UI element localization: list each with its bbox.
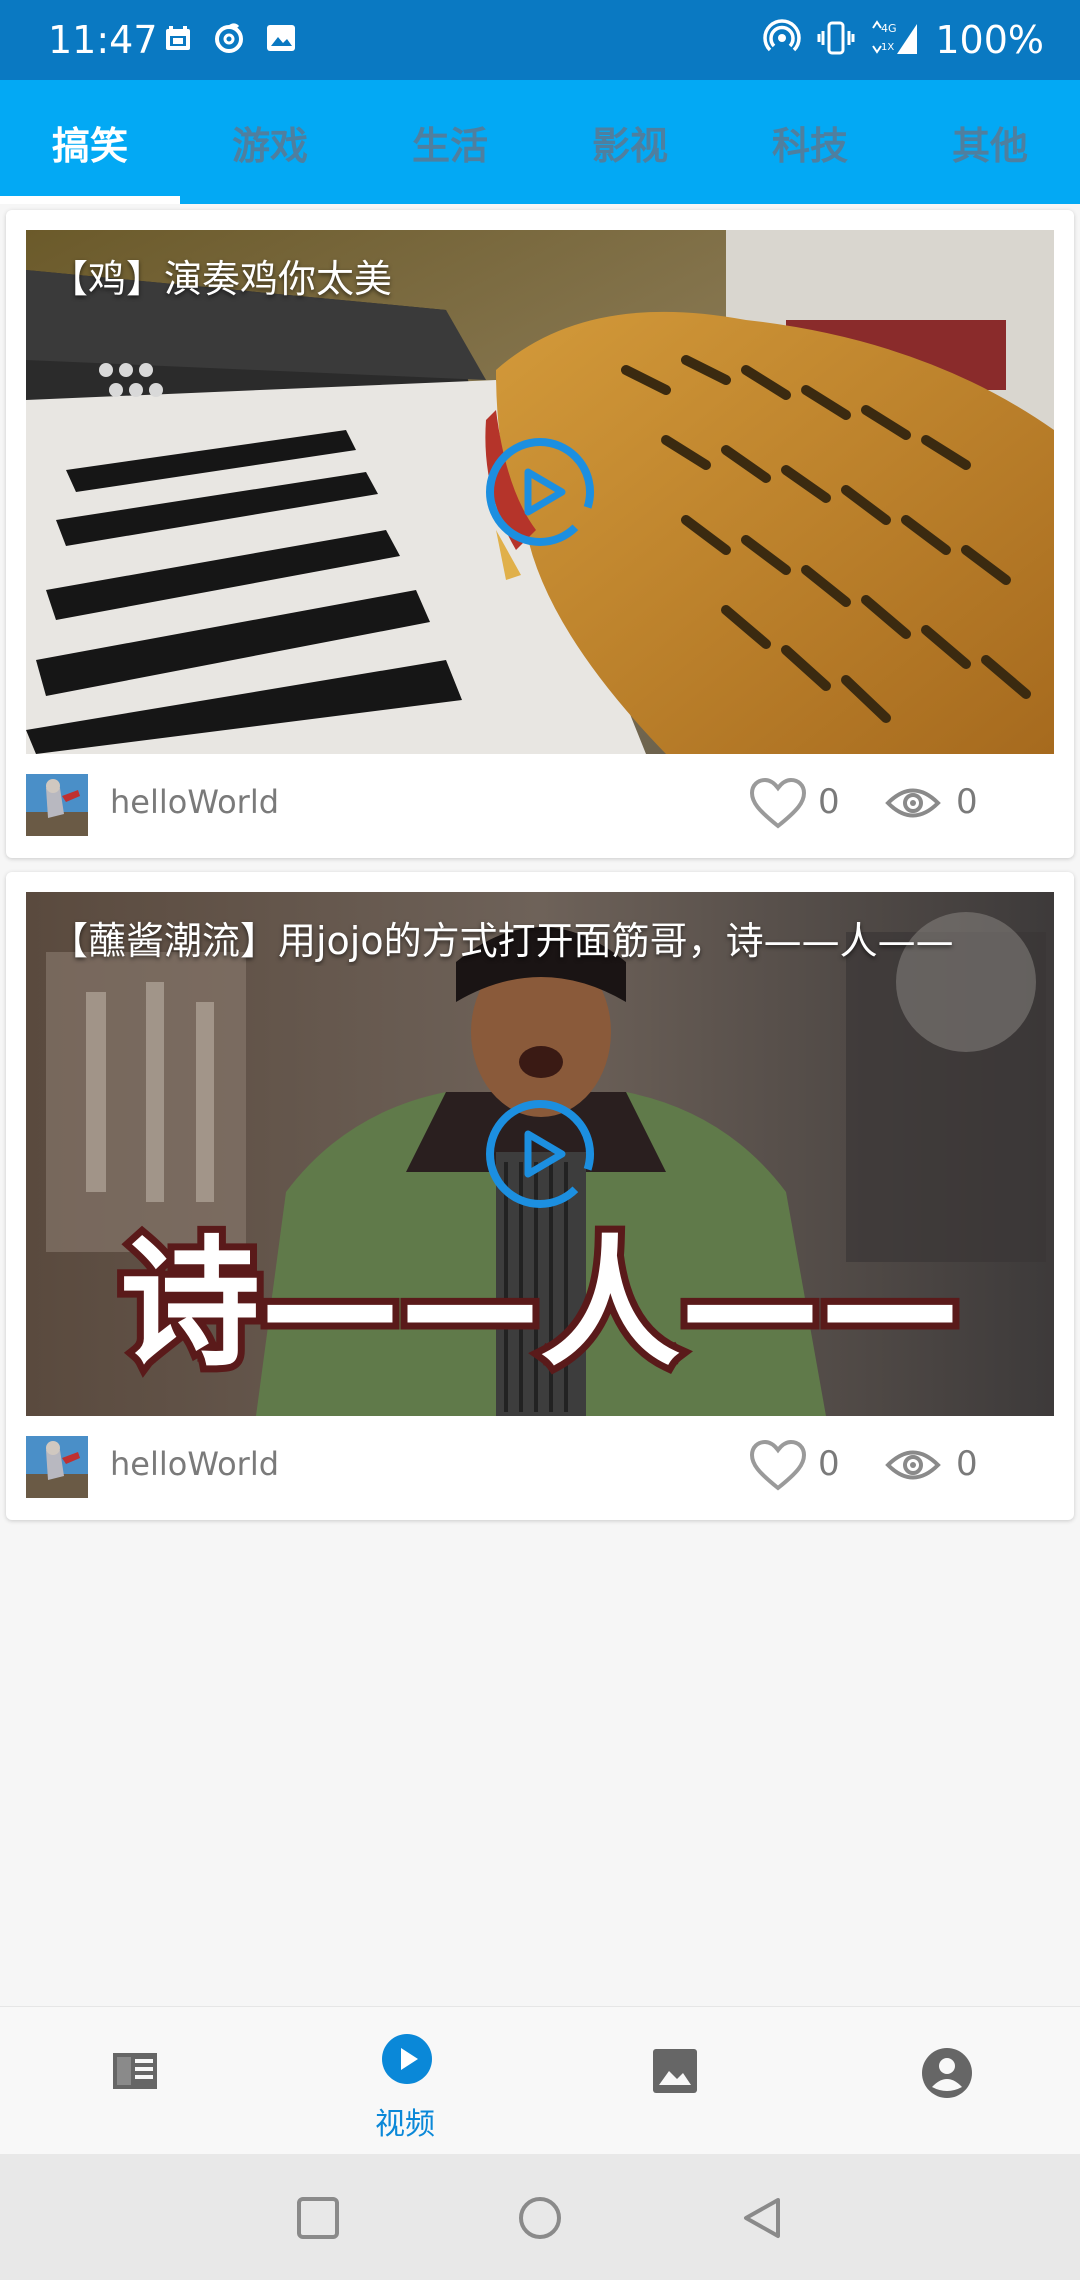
author-name[interactable]: helloWorld xyxy=(110,782,279,822)
nav-item-video[interactable]: 视频 xyxy=(270,2007,540,2155)
category-tab-bar: 搞笑 游戏 生活 影视 科技 其他 xyxy=(0,80,1080,204)
tab-games[interactable]: 游戏 xyxy=(180,80,360,204)
image-icon xyxy=(653,2049,697,2093)
video-meta: helloWorld 0 0 xyxy=(26,1428,1054,1500)
video-play-icon xyxy=(382,2034,432,2084)
video-title: 【鸡】演奏鸡你太美 xyxy=(50,257,393,301)
news-icon xyxy=(113,2053,157,2089)
video-meta: helloWorld 0 0 xyxy=(26,766,1054,838)
eye-icon xyxy=(885,788,941,818)
account-icon xyxy=(922,2048,972,2098)
bottom-navigation: 视频 xyxy=(0,2006,1080,2155)
battery-level: 100% xyxy=(935,18,1044,62)
hotspot-icon xyxy=(763,19,802,61)
video-card[interactable]: 【鸡】演奏鸡你太美 helloWorld 0 0 xyxy=(6,210,1074,858)
signal-icon: 4G 1X xyxy=(871,18,919,62)
author-avatar[interactable] xyxy=(26,774,88,836)
system-navigation-bar xyxy=(0,2154,1080,2280)
like-count: 0 xyxy=(818,1444,840,1484)
overlay-caption: 诗——人—— xyxy=(120,1223,960,1386)
image-icon xyxy=(266,24,296,56)
recent-apps-icon[interactable] xyxy=(296,2196,340,2240)
eye-icon xyxy=(885,1450,941,1480)
nav-item-news[interactable] xyxy=(0,2007,270,2155)
sim-label: 1X xyxy=(881,42,894,53)
play-button-icon[interactable] xyxy=(482,1096,598,1212)
heart-icon[interactable] xyxy=(748,1438,808,1494)
status-right-icons: 4G 1X 100% xyxy=(763,18,1044,62)
status-bar: 11:47 4G 1X 100% xyxy=(0,0,1080,80)
tab-tech[interactable]: 科技 xyxy=(720,80,900,204)
view-count: 0 xyxy=(956,782,978,822)
video-title: 【蘸酱潮流】用jojo的方式打开面筋哥，诗——人—— xyxy=(50,919,954,963)
heart-icon[interactable] xyxy=(748,776,808,832)
video-card[interactable]: 诗——人—— 【蘸酱潮流】用jojo的方式打开面筋哥，诗——人—— helloW… xyxy=(6,872,1074,1520)
vibrate-icon xyxy=(817,19,855,61)
play-button-icon[interactable] xyxy=(482,434,598,550)
tab-movies[interactable]: 影视 xyxy=(540,80,720,204)
video-thumbnail[interactable]: 【鸡】演奏鸡你太美 xyxy=(26,230,1054,754)
tab-other[interactable]: 其他 xyxy=(900,80,1080,204)
home-icon[interactable] xyxy=(518,2196,562,2240)
author-name[interactable]: helloWorld xyxy=(110,1444,279,1484)
tab-funny[interactable]: 搞笑 xyxy=(0,80,180,204)
back-icon[interactable] xyxy=(740,2196,784,2240)
video-thumbnail[interactable]: 诗——人—— 【蘸酱潮流】用jojo的方式打开面筋哥，诗——人—— xyxy=(26,892,1054,1416)
nav-item-profile[interactable] xyxy=(810,2007,1080,2155)
status-time: 11:47 xyxy=(48,18,158,62)
status-left-icons xyxy=(164,20,296,60)
view-count: 0 xyxy=(956,1444,978,1484)
author-avatar[interactable] xyxy=(26,1436,88,1498)
nav-item-images[interactable] xyxy=(540,2007,810,2155)
calendar-icon xyxy=(164,24,192,56)
tab-indicator xyxy=(0,196,180,204)
tab-life[interactable]: 生活 xyxy=(360,80,540,204)
network-label: 4G xyxy=(881,22,897,35)
netease-music-icon xyxy=(212,21,246,59)
nav-label-video: 视频 xyxy=(375,2107,435,2142)
like-count: 0 xyxy=(818,782,840,822)
